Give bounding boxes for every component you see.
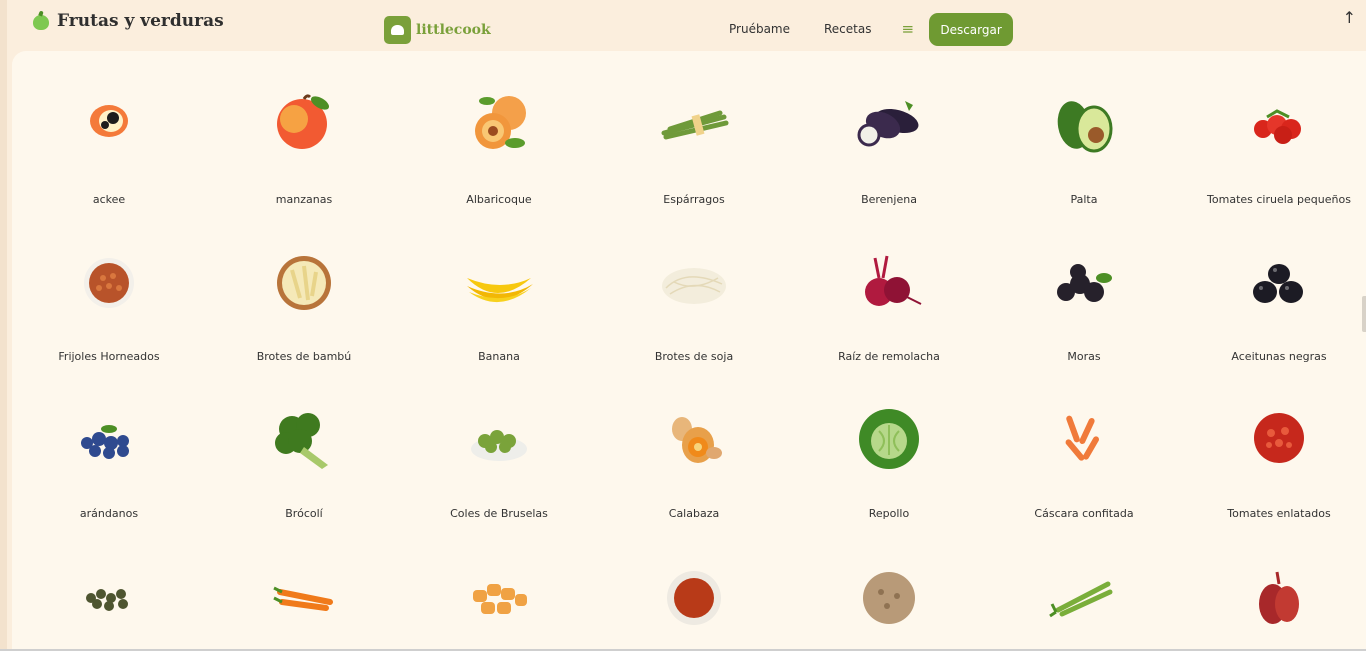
- ingredient-label: Moras: [1067, 350, 1101, 363]
- ingredient-tile[interactable]: ackee: [12, 91, 206, 206]
- candied-peel-icon: [1044, 405, 1124, 485]
- black-olives-icon: [1239, 248, 1319, 328]
- ingredient-tile[interactable]: arándanos: [12, 405, 206, 520]
- apricot-icon: [459, 91, 539, 171]
- ingredient-label: Tomates enlatados: [1227, 507, 1331, 520]
- ingredient-tile[interactable]: Brotes de soja: [597, 248, 791, 363]
- arrow-up-icon[interactable]: ↑: [1343, 8, 1356, 27]
- ingredient-tile[interactable]: Moras: [987, 248, 1181, 363]
- ingredient-label: Espárragos: [663, 193, 725, 206]
- left-window-edge: [0, 0, 7, 651]
- ingredient-tile[interactable]: Brotes de bambú: [207, 248, 401, 363]
- ingredient-label: Aceitunas negras: [1231, 350, 1327, 363]
- page-title-text: Frutas y verduras: [57, 11, 224, 31]
- cabbage-icon: [849, 405, 929, 485]
- download-button[interactable]: Descargar: [929, 13, 1014, 46]
- tater-tots-icon: [459, 562, 539, 642]
- apple-icon: [264, 91, 344, 171]
- ackee-icon: [69, 91, 149, 171]
- ingredient-tile[interactable]: Frijoles Horneados: [12, 248, 206, 363]
- green-apple-icon: [33, 14, 49, 30]
- nav-link-pruebame[interactable]: Pruébame: [712, 13, 807, 46]
- ingredient-tile[interactable]: Calabaza: [597, 405, 791, 520]
- bean-sprouts-icon: [654, 248, 734, 328]
- brand-name: littlecook: [416, 22, 491, 38]
- baked-beans-icon: [69, 248, 149, 328]
- ingredient-tile[interactable]: [597, 562, 791, 642]
- hamburger-menu-icon[interactable]: ≡: [888, 13, 923, 46]
- ingredient-tile[interactable]: Raíz de remolacha: [792, 248, 986, 363]
- bamboo-shoots-icon: [264, 248, 344, 328]
- ingredient-tile[interactable]: Repollo: [792, 405, 986, 520]
- asparagus-icon: [654, 91, 734, 171]
- ingredient-tile[interactable]: Aceitunas negras: [1182, 248, 1366, 363]
- ingredient-label: arándanos: [79, 507, 139, 520]
- eggplant-icon: [849, 91, 929, 171]
- ingredient-tile[interactable]: Coles de Bruselas: [402, 405, 596, 520]
- nav-link-recetas[interactable]: Recetas: [807, 13, 888, 46]
- brand-logo-link[interactable]: littlecook: [384, 16, 491, 44]
- ingredient-label: Cáscara confitada: [1034, 507, 1134, 520]
- ingredient-label: manzanas: [275, 193, 333, 206]
- ingredient-label: Tomates ciruela pequeños: [1207, 193, 1351, 206]
- blueberries-icon: [69, 405, 149, 485]
- ingredient-tile[interactable]: Banana: [402, 248, 596, 363]
- ingredient-label: Repollo: [868, 507, 910, 520]
- ingredient-label: Brócolí: [285, 507, 323, 520]
- butternut-squash-icon: [654, 405, 734, 485]
- ingredient-tile[interactable]: Berenjena: [792, 91, 986, 206]
- paprika-bowl-icon: [654, 562, 734, 642]
- ingredient-tile[interactable]: manzanas: [207, 91, 401, 206]
- ingredient-label: Albaricoque: [466, 193, 532, 206]
- ingredient-tile[interactable]: [12, 562, 206, 642]
- ingredient-label: Calabaza: [668, 507, 720, 520]
- main-nav: Pruébame Recetas ≡ Descargar: [712, 13, 1014, 46]
- banana-icon: [459, 248, 539, 328]
- ingredient-label: Coles de Bruselas: [450, 507, 548, 520]
- celery-icon: [1044, 562, 1124, 642]
- canned-tomatoes-icon: [1239, 405, 1319, 485]
- cherry-tomatoes-icon: [1239, 91, 1319, 171]
- ingredient-tile[interactable]: Brócolí: [207, 405, 401, 520]
- ingredient-tile[interactable]: [987, 562, 1181, 642]
- avocado-icon: [1044, 91, 1124, 171]
- ingredient-label: Frijoles Horneados: [58, 350, 160, 363]
- ingredient-label: Banana: [478, 350, 520, 363]
- shallot-icon: [1239, 562, 1319, 642]
- top-bar: Frutas y verduras littlecook Pruébame Re…: [7, 0, 1366, 52]
- ingredient-label: Brotes de bambú: [256, 350, 352, 363]
- ingredient-label: Palta: [1070, 193, 1098, 206]
- chef-hat-icon: [384, 16, 411, 44]
- ingredient-tile[interactable]: [207, 562, 401, 642]
- ingredients-panel: ackee manzanas Albaricoque Espárragos Be…: [12, 51, 1366, 651]
- page-title: Frutas y verduras: [33, 11, 224, 31]
- ingredient-tile[interactable]: Espárragos: [597, 91, 791, 206]
- ingredient-label: Raíz de remolacha: [838, 350, 940, 363]
- blackberries-icon: [1044, 248, 1124, 328]
- ingredient-tile[interactable]: Tomates ciruela pequeños: [1182, 91, 1366, 206]
- ingredient-tile[interactable]: [792, 562, 986, 642]
- ingredient-tile[interactable]: Albaricoque: [402, 91, 596, 206]
- ingredient-tile[interactable]: Palta: [987, 91, 1181, 206]
- capers-icon: [69, 562, 149, 642]
- carrots-icon: [264, 562, 344, 642]
- ingredient-label: ackee: [92, 193, 126, 206]
- ingredient-tile[interactable]: Tomates enlatados: [1182, 405, 1366, 520]
- brussels-sprouts-icon: [459, 405, 539, 485]
- ingredient-label: Brotes de soja: [654, 350, 734, 363]
- ingredient-tile[interactable]: [1182, 562, 1366, 642]
- celeriac-icon: [849, 562, 929, 642]
- ingredient-tile[interactable]: Cáscara confitada: [987, 405, 1181, 520]
- broccoli-icon: [264, 405, 344, 485]
- beetroot-icon: [849, 248, 929, 328]
- ingredient-label: Berenjena: [861, 193, 917, 206]
- ingredient-tile[interactable]: [402, 562, 596, 642]
